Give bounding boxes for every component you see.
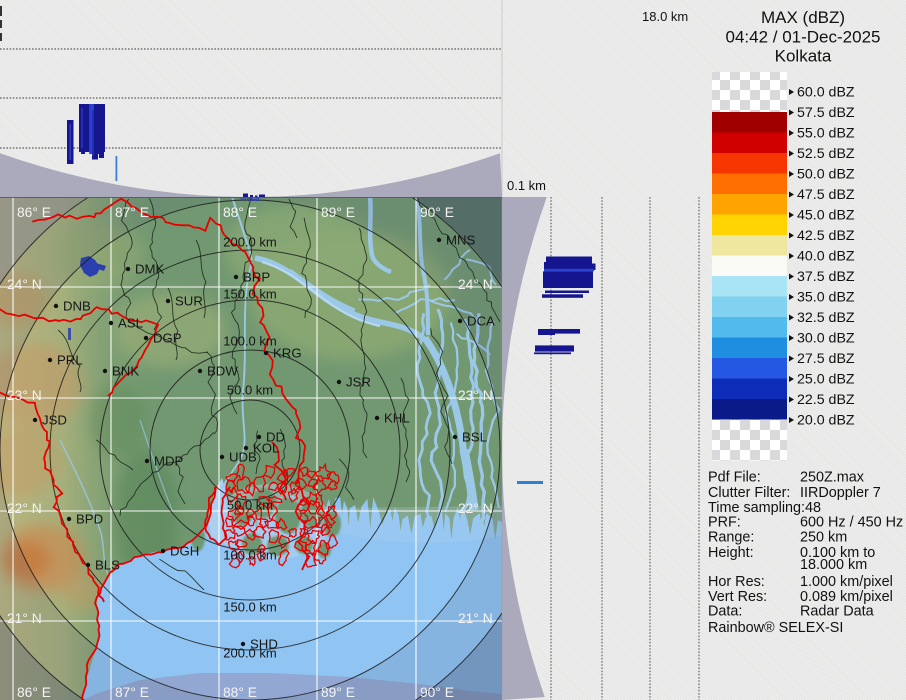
svg-text:88° E: 88° E <box>223 685 257 700</box>
svg-text:87° E: 87° E <box>115 205 149 220</box>
svg-text:24° N: 24° N <box>7 277 42 292</box>
svg-text:25.0 dBZ: 25.0 dBZ <box>797 372 855 388</box>
svg-text:20.0 dBZ: 20.0 dBZ <box>797 413 855 429</box>
svg-text:BNK: BNK <box>112 364 139 379</box>
svg-text:MNS: MNS <box>446 233 476 248</box>
svg-text:DCA: DCA <box>467 314 495 329</box>
svg-text:MAX (dBZ): MAX (dBZ) <box>761 8 845 27</box>
svg-text:86° E: 86° E <box>17 685 51 700</box>
svg-text:21° N: 21° N <box>458 611 493 626</box>
svg-text:55.0 dBZ: 55.0 dBZ <box>797 126 855 142</box>
svg-text:JSR: JSR <box>346 375 371 390</box>
svg-text:04:42 / 01-Dec-2025: 04:42 / 01-Dec-2025 <box>726 28 881 47</box>
svg-text:90° E: 90° E <box>420 205 454 220</box>
svg-text:600 Hz / 450 Hz: 600 Hz / 450 Hz <box>800 514 903 530</box>
svg-text:JSD: JSD <box>42 413 67 428</box>
svg-text:40.0 dBZ: 40.0 dBZ <box>797 249 855 265</box>
svg-text:22.5 dBZ: 22.5 dBZ <box>797 392 855 408</box>
svg-text:KHL: KHL <box>384 411 410 426</box>
svg-text:27.5 dBZ: 27.5 dBZ <box>797 351 855 367</box>
svg-text:50.0 km: 50.0 km <box>227 498 273 513</box>
svg-text:100.0 km: 100.0 km <box>223 334 276 349</box>
svg-text:SUR: SUR <box>175 294 203 309</box>
svg-text:18.0 km: 18.0 km <box>642 9 688 24</box>
svg-text:DNB: DNB <box>63 299 91 314</box>
svg-text:18.000 km: 18.000 km <box>800 557 867 573</box>
svg-text:SHD: SHD <box>250 637 278 652</box>
svg-text:PRF:: PRF: <box>708 514 741 530</box>
svg-text:47.5 dBZ: 47.5 dBZ <box>797 187 855 203</box>
svg-text:60.0 dBZ: 60.0 dBZ <box>797 85 855 101</box>
svg-text:Hor Res:: Hor Res: <box>708 574 765 590</box>
svg-text:24° N: 24° N <box>458 277 493 292</box>
svg-text:50.0 dBZ: 50.0 dBZ <box>797 167 855 183</box>
svg-text:Radar Data: Radar Data <box>800 603 874 619</box>
svg-text:21° N: 21° N <box>7 611 42 626</box>
svg-text:BDW: BDW <box>207 364 238 379</box>
svg-text:37.5 dBZ: 37.5 dBZ <box>797 269 855 285</box>
svg-text:90° E: 90° E <box>420 685 454 700</box>
svg-text:23° N: 23° N <box>458 388 493 403</box>
svg-text:Height:: Height: <box>708 545 754 561</box>
svg-text:89° E: 89° E <box>321 685 355 700</box>
svg-text:250 km: 250 km <box>800 529 847 545</box>
svg-text:30.0 dBZ: 30.0 dBZ <box>797 331 855 347</box>
svg-text:UDB: UDB <box>229 450 257 465</box>
svg-text:250Z.max: 250Z.max <box>800 469 865 485</box>
svg-text:0.1 km: 0.1 km <box>507 178 546 193</box>
svg-text:Data:: Data: <box>708 603 742 619</box>
svg-text:150.0 km: 150.0 km <box>223 600 276 615</box>
svg-text:KRG: KRG <box>273 346 302 361</box>
svg-text:22° N: 22° N <box>458 501 493 516</box>
svg-text:Clutter Filter:: Clutter Filter: <box>708 485 790 501</box>
svg-text:Pdf File:: Pdf File: <box>708 469 761 485</box>
svg-text:1.000 km/pixel: 1.000 km/pixel <box>800 574 893 590</box>
svg-text:BRP: BRP <box>243 270 270 285</box>
svg-text:50.0 km: 50.0 km <box>227 383 273 398</box>
svg-text:52.5 dBZ: 52.5 dBZ <box>797 146 855 162</box>
svg-text:Rainbow® SELEX-SI: Rainbow® SELEX-SI <box>708 620 843 636</box>
svg-text:35.0 dBZ: 35.0 dBZ <box>797 290 855 306</box>
svg-text:45.0 dBZ: 45.0 dBZ <box>797 208 855 224</box>
svg-text:ASL: ASL <box>118 316 143 331</box>
svg-text:89° E: 89° E <box>321 205 355 220</box>
svg-text:BLS: BLS <box>95 558 120 573</box>
svg-text:DGP: DGP <box>153 331 182 346</box>
svg-text:IIRDoppler 7: IIRDoppler 7 <box>800 485 881 501</box>
svg-text:150.0 km: 150.0 km <box>223 287 276 302</box>
svg-text:86° E: 86° E <box>17 205 51 220</box>
svg-text:23° N: 23° N <box>7 388 42 403</box>
svg-text:DGH: DGH <box>170 544 199 559</box>
svg-text:87° E: 87° E <box>115 685 149 700</box>
svg-text:Range:: Range: <box>708 529 754 545</box>
svg-text:DMK: DMK <box>135 262 165 277</box>
svg-text:PRL: PRL <box>57 353 83 368</box>
svg-text:42.5 dBZ: 42.5 dBZ <box>797 228 855 244</box>
svg-text:BSL: BSL <box>462 430 487 445</box>
svg-text:MDP: MDP <box>154 454 184 469</box>
svg-text:200.0 km: 200.0 km <box>223 235 276 250</box>
svg-text:BPD: BPD <box>76 512 103 527</box>
svg-text:22° N: 22° N <box>7 501 42 516</box>
svg-text:KOL: KOL <box>253 441 279 456</box>
svg-text:Kolkata: Kolkata <box>775 47 832 66</box>
svg-text:88° E: 88° E <box>223 205 257 220</box>
svg-text:32.5 dBZ: 32.5 dBZ <box>797 310 855 326</box>
svg-text:57.5 dBZ: 57.5 dBZ <box>797 105 855 121</box>
svg-text:100.0 km: 100.0 km <box>223 548 276 563</box>
